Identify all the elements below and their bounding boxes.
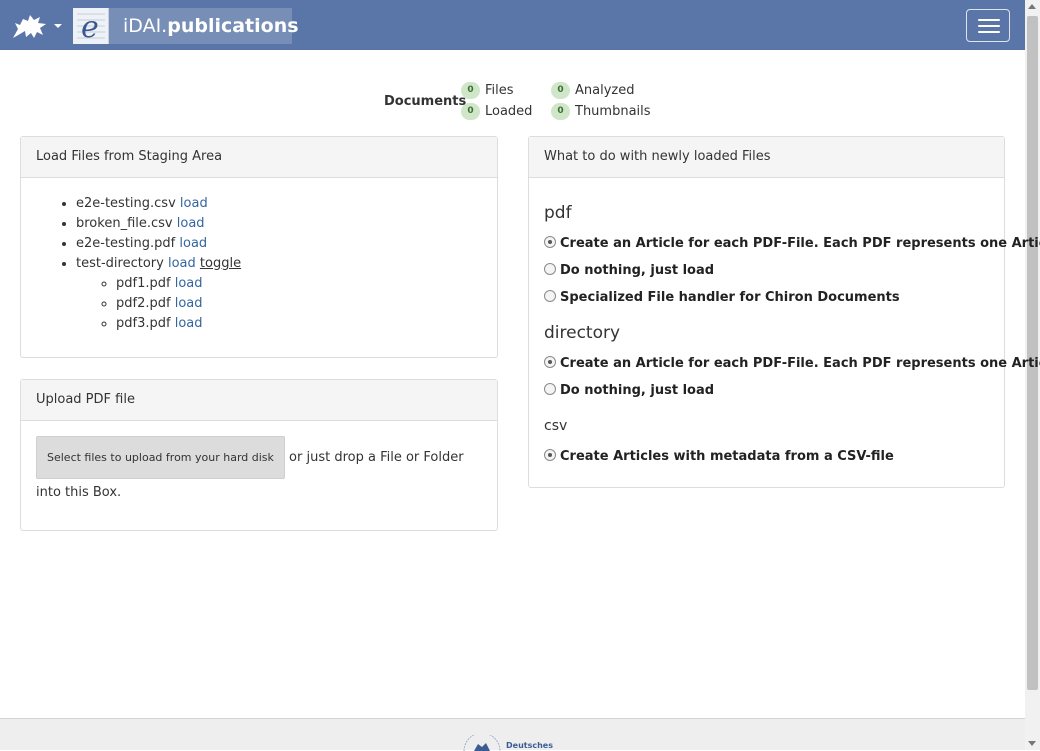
load-link[interactable]: load	[179, 236, 207, 251]
radio-pdf-create-article[interactable]: Create an Article for each PDF-File. Eac…	[544, 236, 1040, 251]
radio-directory-do-nothing[interactable]: Do nothing, just load	[544, 383, 714, 398]
load-link[interactable]: load	[168, 256, 196, 271]
radio-label: Create an Article for each PDF-File. Eac…	[560, 356, 1040, 371]
toggle-directory-link[interactable]: toggle	[200, 256, 241, 271]
navbar-toggle-button[interactable]	[966, 9, 1010, 42]
dai-logo-icon[interactable]	[462, 735, 502, 751]
options-panel-title: What to do with newly loaded Files	[529, 137, 1004, 178]
stat-files: 0 Files	[461, 82, 514, 99]
hamburger-icon	[978, 25, 1000, 27]
file-name: pdf2.pdf	[116, 296, 171, 311]
brand-prefix: iDAI.	[123, 15, 168, 37]
file-name: e2e-testing.pdf	[76, 236, 176, 251]
stat-analyzed: 0 Analyzed	[551, 82, 634, 99]
stat-label: Thumbnails	[575, 104, 651, 119]
e-publications-logo-icon: e	[73, 8, 109, 45]
brand-link[interactable]: e iDAI.publications	[73, 8, 299, 45]
list-item: pdf2.pdf load	[116, 294, 241, 314]
section-title-directory: directory	[544, 323, 621, 343]
file-name: broken_file.csv	[76, 216, 173, 231]
top-navbar: e iDAI.publications	[0, 0, 1025, 50]
file-name: e2e-testing.csv	[76, 196, 176, 211]
radio-pdf-do-nothing[interactable]: Do nothing, just load	[544, 263, 714, 278]
list-item: e2e-testing.pdf load	[76, 234, 241, 254]
load-link[interactable]: load	[180, 196, 208, 211]
griffin-logo-icon[interactable]	[10, 11, 50, 41]
directory-name: test-directory	[76, 256, 164, 271]
load-link[interactable]: load	[175, 296, 203, 311]
section-title-csv: csv	[544, 418, 568, 434]
radio-label: Specialized File handler for Chiron Docu…	[560, 290, 900, 305]
staging-file-list: e2e-testing.csv load broken_file.csv loa…	[76, 194, 241, 334]
upload-pdf-panel[interactable]: Upload PDF file Select files to upload f…	[20, 379, 498, 531]
scroll-down-arrow-icon[interactable]	[1028, 741, 1036, 746]
upload-drop-zone[interactable]: Select files to upload from your hard di…	[36, 436, 476, 506]
files-count-badge: 0	[461, 82, 480, 99]
file-name: pdf3.pdf	[116, 316, 171, 331]
svg-text:e: e	[81, 10, 99, 44]
radio-label: Do nothing, just load	[560, 263, 715, 278]
list-item: pdf1.pdf load	[116, 274, 241, 294]
radio-directory-create-article[interactable]: Create an Article for each PDF-File. Eac…	[544, 356, 1040, 371]
stat-label: Analyzed	[575, 83, 635, 98]
staging-panel-title: Load Files from Staging Area	[21, 137, 497, 178]
footer-logo-text: Deutsches	[506, 741, 553, 750]
stat-thumbnails: 0 Thumbnails	[551, 103, 651, 120]
page-footer: Deutsches	[0, 718, 1025, 751]
radio-checked-icon[interactable]	[544, 449, 556, 461]
loaded-count-badge: 0	[461, 103, 480, 120]
list-item: broken_file.csv load	[76, 214, 241, 234]
radio-pdf-chiron-handler[interactable]: Specialized File handler for Chiron Docu…	[544, 290, 900, 305]
load-link[interactable]: load	[177, 216, 205, 231]
analyzed-count-badge: 0	[551, 82, 570, 99]
radio-unchecked-icon[interactable]	[544, 290, 556, 302]
hamburger-icon	[978, 19, 1000, 21]
list-item: test-directory load toggle pdf1.pdf load…	[76, 254, 241, 334]
thumbnails-count-badge: 0	[551, 103, 570, 120]
select-files-button[interactable]: Select files to upload from your hard di…	[36, 436, 285, 479]
radio-unchecked-icon[interactable]	[544, 263, 556, 275]
brand-dropdown-caret-icon[interactable]	[54, 24, 62, 28]
radio-label: Create Articles with metadata from a CSV…	[560, 449, 894, 464]
radio-label: Do nothing, just load	[560, 383, 715, 398]
hamburger-icon	[978, 31, 1000, 33]
radio-label: Create an Article for each PDF-File. Eac…	[560, 236, 1040, 251]
radio-unchecked-icon[interactable]	[544, 383, 556, 395]
upload-panel-title: Upload PDF file	[21, 380, 497, 421]
documents-label: Documents	[384, 94, 467, 109]
list-item: e2e-testing.csv load	[76, 194, 241, 214]
directory-children: pdf1.pdf load pdf2.pdf load pdf3.pdf loa…	[76, 274, 241, 334]
options-panel: What to do with newly loaded Files pdf C…	[528, 136, 1040, 488]
stat-loaded: 0 Loaded	[461, 103, 532, 120]
brand-name: publications	[167, 15, 299, 37]
document-stats: Documents 0 Files 0 Analyzed 0 Loaded 0 Thum…	[384, 82, 664, 124]
section-title-pdf: pdf	[544, 203, 572, 223]
load-link[interactable]: load	[175, 276, 203, 291]
radio-checked-icon[interactable]	[544, 236, 556, 248]
staging-area-panel: Load Files from Staging Area e2e-testing…	[20, 136, 498, 358]
scrollbar-thumb[interactable]	[1027, 16, 1038, 690]
stat-label: Loaded	[485, 104, 533, 119]
radio-checked-icon[interactable]	[544, 356, 556, 368]
file-name: pdf1.pdf	[116, 276, 171, 291]
page-scrollbar[interactable]	[1025, 0, 1040, 750]
list-item: pdf3.pdf load	[116, 314, 241, 334]
radio-csv-create-articles[interactable]: Create Articles with metadata from a CSV…	[544, 449, 894, 464]
scroll-up-arrow-icon[interactable]	[1028, 4, 1036, 9]
brand-title: iDAI.publications	[123, 15, 299, 37]
load-link[interactable]: load	[175, 316, 203, 331]
stat-label: Files	[485, 83, 514, 98]
